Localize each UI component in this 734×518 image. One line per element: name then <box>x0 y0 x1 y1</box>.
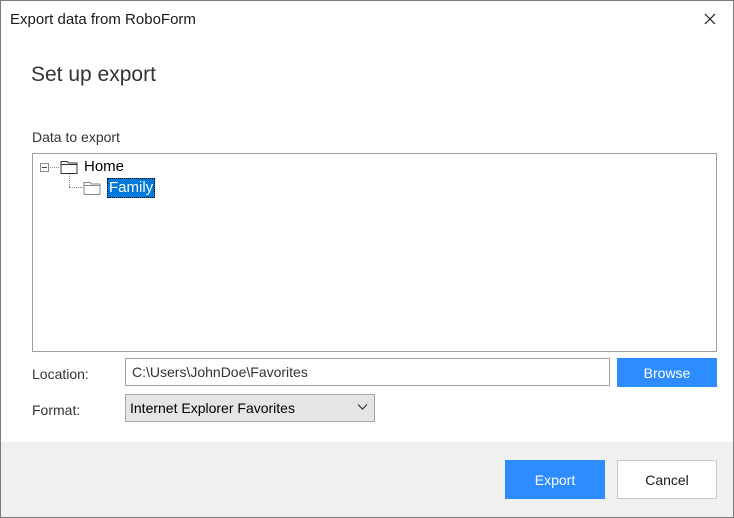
export-button[interactable]: Export <box>505 460 605 499</box>
collapse-toggle[interactable] <box>40 163 49 172</box>
tree-connector <box>69 187 83 188</box>
tree-connector <box>50 167 59 168</box>
folder-icon <box>60 161 78 174</box>
close-button[interactable] <box>687 1 733 37</box>
location-label: Location: <box>32 366 89 382</box>
format-selected-value: Internet Explorer Favorites <box>130 400 295 416</box>
tree-node-label: Home <box>84 158 125 175</box>
page-title: Set up export <box>31 63 156 86</box>
window-title: Export data from RoboForm <box>10 11 196 28</box>
cancel-button[interactable]: Cancel <box>617 460 717 499</box>
location-input[interactable] <box>125 358 610 386</box>
tree-node-family[interactable]: Family <box>83 178 156 198</box>
title-bar: Export data from RoboForm <box>1 1 733 39</box>
tree-node-home[interactable]: Home <box>60 157 124 177</box>
format-select[interactable]: Internet Explorer Favorites <box>125 394 375 422</box>
folder-icon <box>83 182 101 195</box>
tree-node-label-selected: Family <box>107 178 156 198</box>
close-icon <box>704 13 716 25</box>
chevron-down-icon <box>357 404 368 410</box>
export-dialog: Export data from RoboForm Set up export … <box>0 0 734 518</box>
data-to-export-label: Data to export <box>32 129 120 145</box>
format-label: Format: <box>32 402 81 418</box>
folder-tree[interactable]: Home Family <box>32 153 717 352</box>
browse-button[interactable]: Browse <box>617 358 717 387</box>
